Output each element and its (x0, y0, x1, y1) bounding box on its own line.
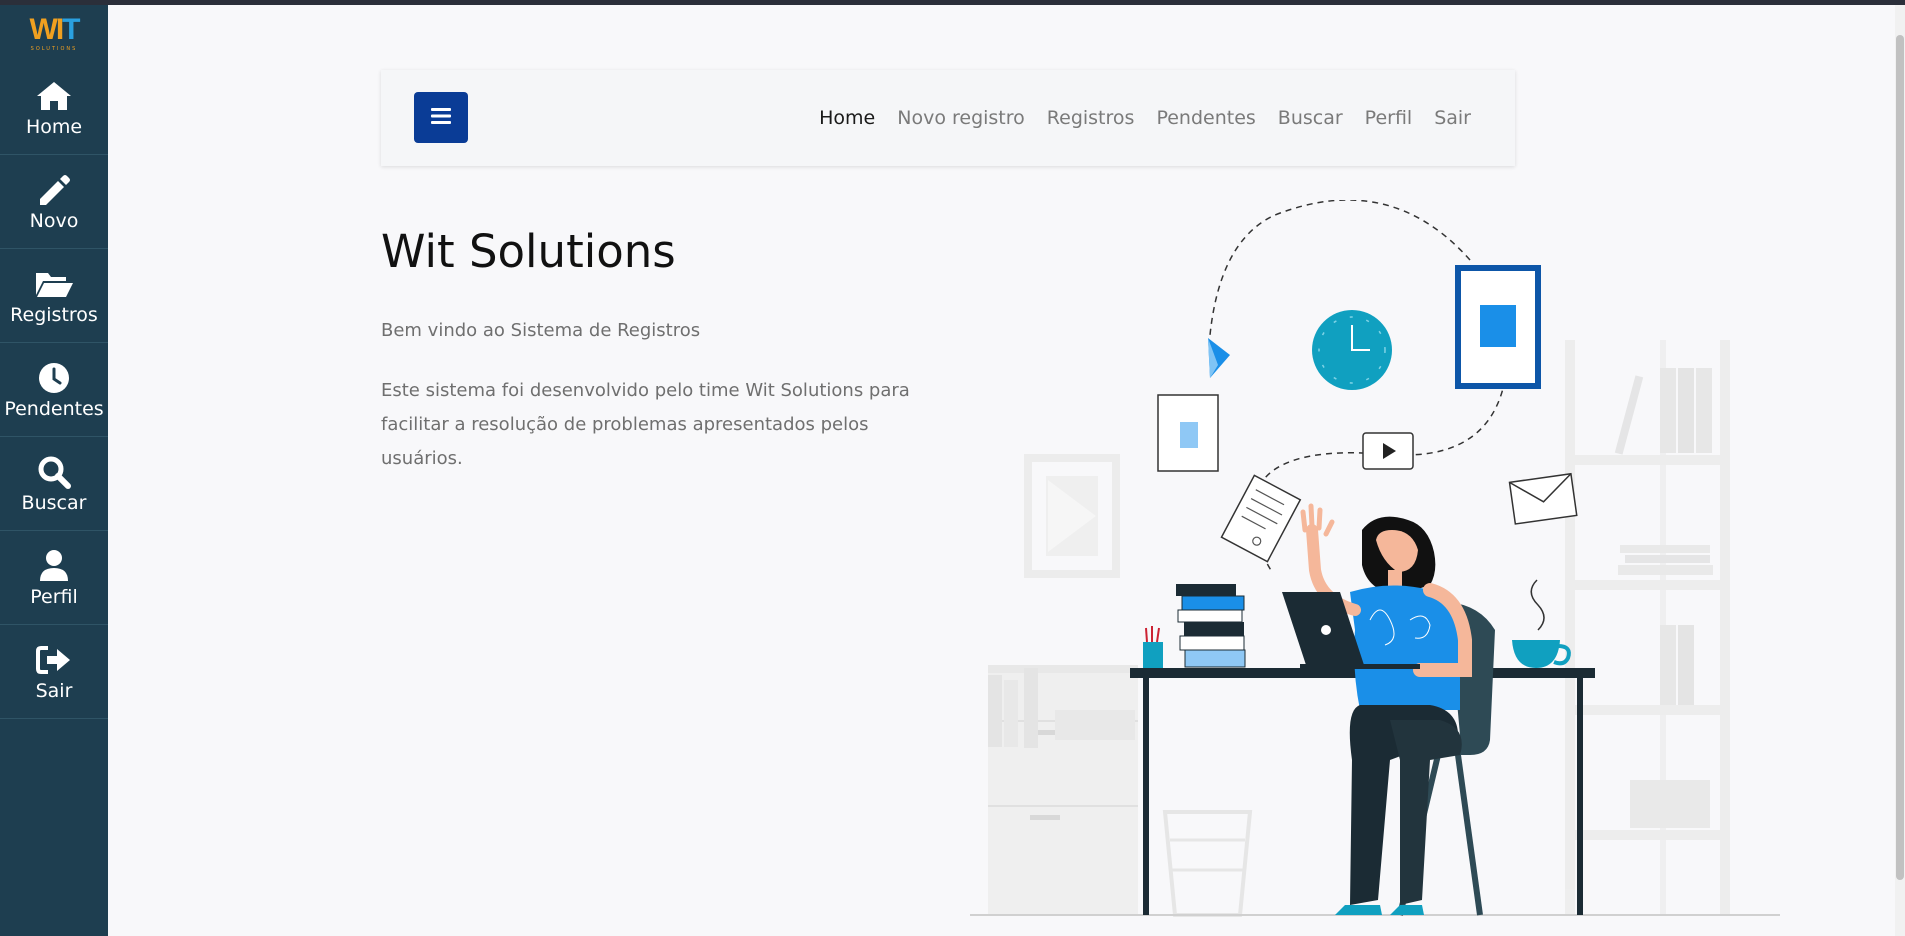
pencil-icon (34, 172, 74, 208)
scrollbar-thumb[interactable] (1896, 35, 1904, 880)
sidebar-item-buscar[interactable]: Buscar (0, 437, 108, 531)
hamburger-menu-icon (431, 107, 451, 129)
window-top-strip (0, 0, 1905, 5)
nav-link-novo-registro[interactable]: Novo registro (897, 107, 1025, 129)
nav-link-buscar[interactable]: Buscar (1278, 107, 1343, 129)
sidebar-item-pendentes[interactable]: Pendentes (0, 343, 108, 437)
blue-frame-illustration (1455, 265, 1541, 389)
description-text: Este sistema foi desenvolvido pelo time … (381, 380, 910, 469)
nav-link-sair[interactable]: Sair (1434, 107, 1471, 129)
sidebar-item-label: Buscar (21, 491, 87, 514)
logo-mark: WIT (29, 12, 81, 46)
nav-link-pendentes[interactable]: Pendentes (1156, 107, 1255, 129)
sidebar-item-home[interactable]: Home (0, 61, 108, 155)
clock-icon (34, 360, 74, 396)
document-illustration (1220, 474, 1302, 563)
home-icon (34, 78, 74, 114)
hero-illustration (960, 199, 1790, 925)
sidebar-item-registros[interactable]: Registros (0, 249, 108, 343)
sidebar-item-novo[interactable]: Novo (0, 155, 108, 249)
nav-link-home[interactable]: Home (819, 107, 875, 129)
menu-toggle-button[interactable] (414, 92, 468, 143)
logo-subtitle: SOLUTIONS (30, 45, 78, 52)
person-illustration (1300, 503, 1472, 915)
sidebar: WIT SOLUTIONS Home Novo Registros Penden… (0, 5, 108, 936)
nav-link-registros[interactable]: Registros (1047, 107, 1135, 129)
cabinet-illustration (988, 665, 1138, 915)
nav-links: Home Novo registro Registros Pendentes B… (797, 70, 1471, 166)
top-navbar: Home Novo registro Registros Pendentes B… (381, 70, 1515, 166)
bookshelf-illustration (1565, 340, 1730, 915)
sidebar-item-label: Registros (10, 303, 98, 326)
basket-illustration (1162, 810, 1253, 917)
sign-out-icon (34, 642, 74, 678)
wit-logo[interactable]: WIT SOLUTIONS (0, 5, 108, 61)
sidebar-item-label: Sair (35, 679, 73, 702)
welcome-text: Bem vindo ao Sistema de Registros (381, 320, 701, 341)
folder-open-icon (34, 266, 74, 302)
small-frame-illustration (1157, 394, 1219, 472)
sidebar-item-label: Novo (29, 209, 79, 232)
sidebar-item-label: Perfil (30, 585, 78, 608)
sidebar-item-perfil[interactable]: Perfil (0, 531, 108, 625)
sidebar-item-sair[interactable]: Sair (0, 625, 108, 719)
pen-holder-illustration (1143, 626, 1163, 668)
nav-link-perfil[interactable]: Perfil (1365, 107, 1413, 129)
sidebar-item-label: Pendentes (4, 397, 104, 420)
wall-clock-illustration (1312, 310, 1392, 390)
book-stack-illustration (1176, 584, 1246, 668)
page-title: Wit Solutions (381, 225, 676, 278)
video-player-illustration (1362, 432, 1414, 470)
user-icon (34, 548, 74, 584)
search-icon (34, 454, 74, 490)
envelope-illustration (1508, 472, 1578, 525)
sidebar-item-label: Home (25, 115, 83, 138)
wall-frame-illustration (1024, 454, 1120, 578)
coffee-cup-illustration (1512, 640, 1571, 668)
vertical-scrollbar[interactable] (1895, 5, 1905, 936)
